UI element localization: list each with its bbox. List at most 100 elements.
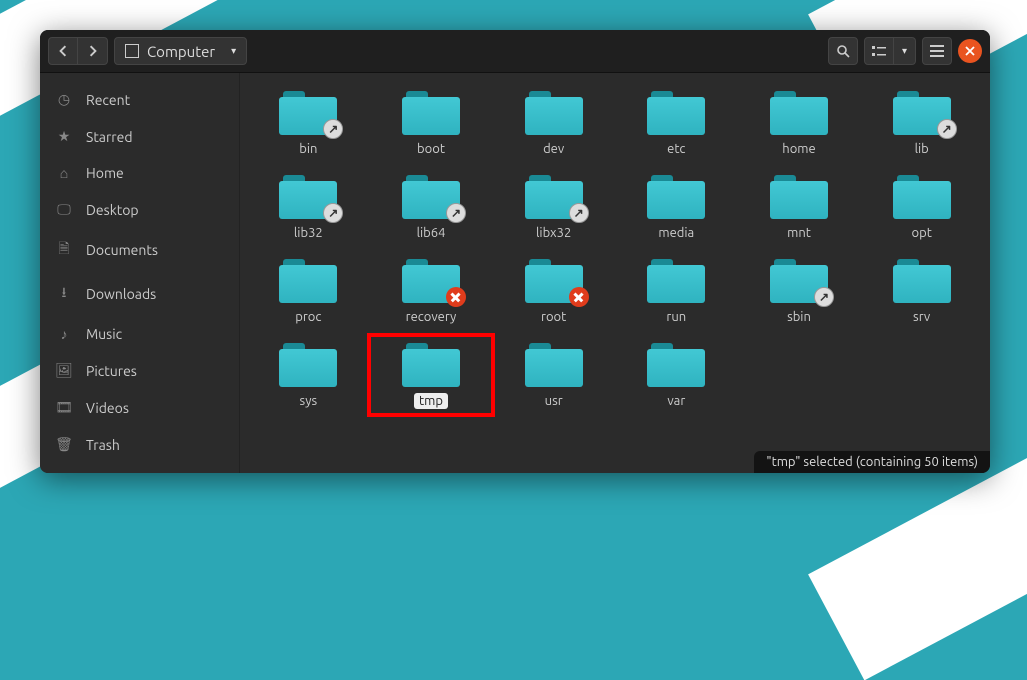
folder-icon: [647, 259, 705, 303]
folder-root[interactable]: root: [495, 255, 612, 325]
folder-icon: ↗: [279, 175, 337, 219]
icon-grid: ↗binbootdevetchome↗lib↗lib32↗lib64↗libx3…: [250, 87, 980, 409]
folder-boot[interactable]: boot: [373, 87, 490, 157]
folder-label: etc: [662, 141, 690, 157]
folder-label: run: [661, 309, 691, 325]
path-label: Computer: [147, 43, 215, 60]
downloads-icon: ⭳: [56, 282, 72, 306]
folder-icon: [402, 91, 460, 135]
chevron-down-icon: ▾: [902, 45, 907, 57]
back-button[interactable]: [48, 37, 78, 65]
sidebar-item-label: Downloads: [86, 286, 156, 302]
folder-icon: [893, 259, 951, 303]
folder-srv[interactable]: srv: [863, 255, 980, 325]
folder-etc[interactable]: etc: [618, 87, 735, 157]
folder-dev[interactable]: dev: [495, 87, 612, 157]
folder-icon: ↗: [402, 175, 460, 219]
forward-button[interactable]: [78, 37, 108, 65]
sidebar-item-label: Home: [86, 165, 124, 181]
folder-icon: ↗: [279, 91, 337, 135]
folder-label: var: [662, 393, 690, 409]
folder-label: libx32: [531, 225, 576, 241]
folder-label: dev: [538, 141, 569, 157]
sidebar-item-label: Trash: [86, 437, 120, 453]
folder-run[interactable]: run: [618, 255, 735, 325]
folder-var[interactable]: var: [618, 339, 735, 409]
folder-icon: [525, 343, 583, 387]
folder-icon: [279, 343, 337, 387]
folder-home[interactable]: home: [741, 87, 858, 157]
folder-bin[interactable]: ↗ bin: [250, 87, 367, 157]
folder-lib[interactable]: ↗lib: [863, 87, 980, 157]
folder-label: home: [777, 141, 820, 157]
folder-label: lib32: [289, 225, 328, 241]
list-view-icon: [872, 45, 886, 57]
folder-icon: [525, 259, 583, 303]
computer-icon: [125, 44, 139, 58]
folder-label: recovery: [401, 309, 462, 325]
body-area: ◷Recent★Starred ⌂ Home 🖵Desktop 🗎 Documents ⭳ D…: [40, 73, 990, 473]
folder-tmp[interactable]: tmp: [373, 339, 490, 409]
sidebar-item-downloads[interactable]: ⭳ Downloads: [40, 272, 239, 316]
symlink-emblem-icon: ↗: [323, 203, 343, 223]
hamburger-icon: [930, 45, 944, 57]
folder-label: lib: [910, 141, 934, 157]
folder-recovery[interactable]: recovery: [373, 255, 490, 325]
sidebar: ◷Recent★Starred ⌂ Home 🖵Desktop 🗎 Documents ⭳ D…: [40, 73, 240, 473]
folder-mnt[interactable]: mnt: [741, 171, 858, 241]
path-button[interactable]: Computer ▾: [114, 37, 247, 65]
sidebar-item-desktop[interactable]: 🖵Desktop: [40, 191, 239, 228]
view-group: ▾: [864, 37, 916, 65]
sidebar-item-trash[interactable]: 🗑 Trash: [40, 426, 239, 463]
close-icon: [965, 46, 975, 56]
titlebar: Computer ▾ ▾: [40, 30, 990, 73]
folder-label: opt: [906, 225, 936, 241]
folder-label: srv: [908, 309, 935, 325]
view-toggle-button[interactable]: [864, 37, 894, 65]
unreadable-emblem-icon: [446, 287, 466, 307]
star-icon: ★: [56, 128, 72, 145]
folder-media[interactable]: media: [618, 171, 735, 241]
close-button[interactable]: [958, 39, 982, 63]
folder-sys[interactable]: sys: [250, 339, 367, 409]
folder-label: sys: [295, 393, 323, 409]
desktop-icon: 🖵: [56, 201, 72, 218]
nav-group: [48, 37, 108, 65]
folder-label: tmp: [414, 393, 448, 409]
view-options-button[interactable]: ▾: [894, 37, 916, 65]
folder-sbin[interactable]: ↗sbin: [741, 255, 858, 325]
folder-proc[interactable]: proc: [250, 255, 367, 325]
folder-label: mnt: [782, 225, 816, 241]
sidebar-item-recent[interactable]: ◷Recent: [40, 81, 239, 118]
folder-icon: [402, 343, 460, 387]
folder-icon: ↗: [525, 175, 583, 219]
folder-usr[interactable]: usr: [495, 339, 612, 409]
search-icon: [836, 44, 850, 58]
sidebar-item-starred[interactable]: ★Starred: [40, 118, 239, 155]
search-button[interactable]: [828, 37, 858, 65]
status-bar: "tmp" selected (containing 50 items): [754, 451, 990, 473]
sidebar-item-pictures[interactable]: 🖼Pictures: [40, 352, 239, 389]
folder-icon: [893, 175, 951, 219]
symlink-emblem-icon: ↗: [569, 203, 589, 223]
sidebar-item-music[interactable]: ♪Music: [40, 316, 239, 352]
sidebar-item-label: Documents: [86, 242, 158, 258]
sidebar-item-label: Videos: [86, 400, 129, 416]
folder-label: bin: [294, 141, 322, 157]
folder-libx32[interactable]: ↗ libx32: [495, 171, 612, 241]
folder-icon: [770, 175, 828, 219]
folder-lib32[interactable]: ↗ lib32: [250, 171, 367, 241]
folder-icon: [647, 175, 705, 219]
hamburger-menu-button[interactable]: [922, 37, 952, 65]
folder-icon: [770, 91, 828, 135]
sidebar-item-home[interactable]: ⌂ Home: [40, 155, 239, 191]
sidebar-item-documents[interactable]: 🗎 Documents: [40, 228, 239, 272]
sidebar-item-videos[interactable]: 🎞Videos: [40, 389, 239, 426]
trash-icon: 🗑: [56, 436, 72, 453]
home-icon: ⌂: [56, 165, 72, 181]
documents-icon: 🗎: [56, 238, 72, 262]
folder-opt[interactable]: opt: [863, 171, 980, 241]
folder-lib64[interactable]: ↗lib64: [373, 171, 490, 241]
content-area[interactable]: ↗binbootdevetchome↗lib↗lib32↗lib64↗libx3…: [240, 73, 990, 473]
sidebar-item-label: Music: [86, 326, 122, 342]
